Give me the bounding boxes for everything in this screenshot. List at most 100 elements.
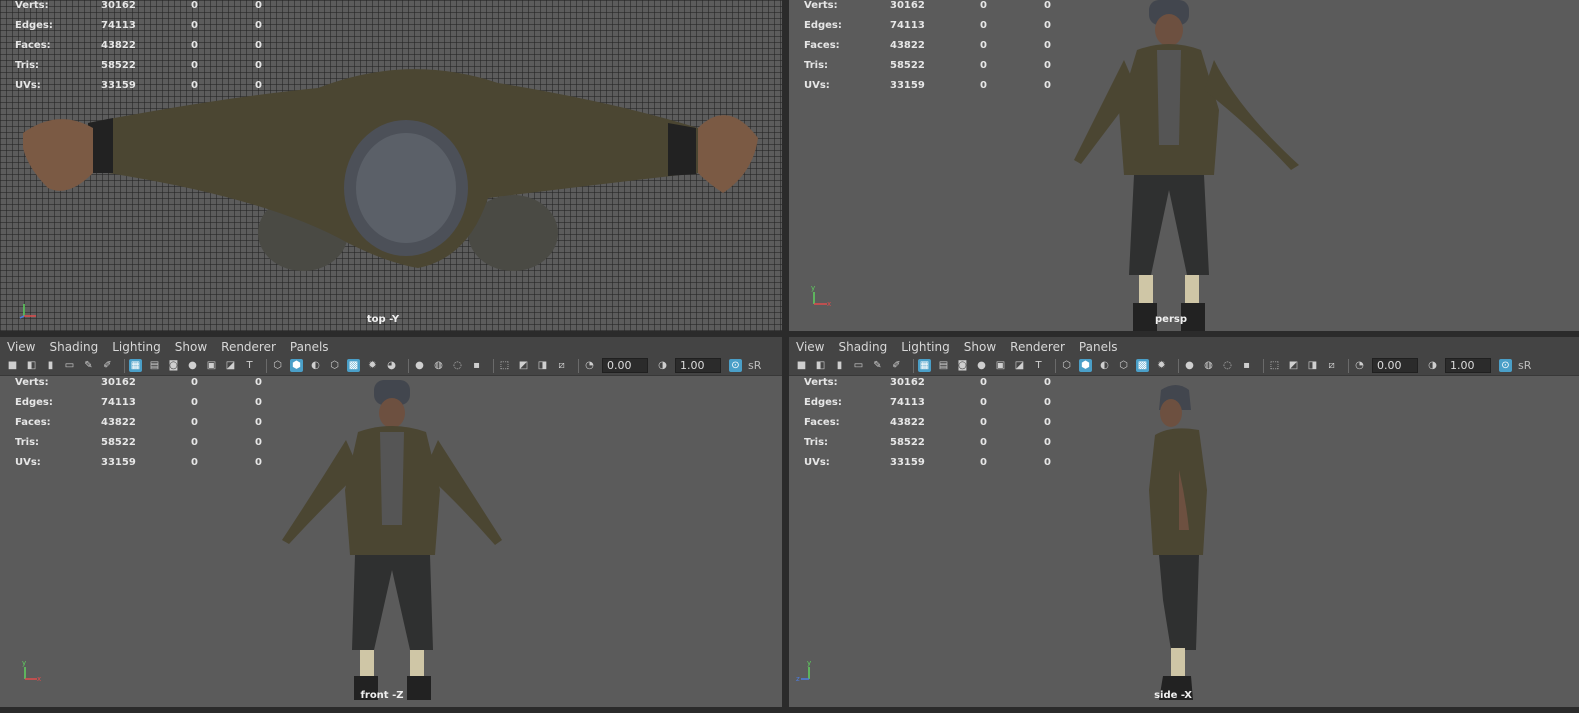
safe-action-icon[interactable]: ◪ <box>1013 359 1026 372</box>
color-space-label[interactable]: sR <box>1518 359 1531 372</box>
color-management-icon[interactable]: ⊙ <box>729 359 742 372</box>
exposure-field[interactable]: 0.00 <box>602 358 648 373</box>
bookmark-icon[interactable]: ▮ <box>44 359 57 372</box>
safe-title-icon[interactable]: T <box>1032 359 1045 372</box>
depth-of-field-icon[interactable]: ▪ <box>1240 359 1253 372</box>
camera-label-top: top -Y <box>366 314 400 325</box>
menu-shading[interactable]: Shading <box>838 340 887 354</box>
shadows-icon[interactable]: ◕ <box>385 359 398 372</box>
wireframe-on-shaded-icon[interactable]: ⬡ <box>328 359 341 372</box>
camera-select-icon[interactable]: ■ <box>6 359 19 372</box>
xray-icon[interactable]: ◩ <box>1287 359 1300 372</box>
menu-show[interactable]: Show <box>175 340 207 354</box>
motion-blur-icon[interactable]: ◍ <box>432 359 445 372</box>
menu-view[interactable]: View <box>7 340 35 354</box>
gamma-field[interactable]: 1.00 <box>1445 358 1491 373</box>
anti-aliasing-icon[interactable]: ◌ <box>1221 359 1234 372</box>
field-chart-icon[interactable]: ▣ <box>994 359 1007 372</box>
camera-attributes-icon[interactable]: ◧ <box>25 359 38 372</box>
menu-shading[interactable]: Shading <box>49 340 98 354</box>
field-chart-icon[interactable]: ▣ <box>205 359 218 372</box>
grid-icon[interactable]: ▦ <box>918 359 931 372</box>
ambient-occlusion-icon[interactable]: ● <box>413 359 426 372</box>
hud-row-tris: Tris: 58522 0 0 <box>804 59 1051 71</box>
twod-pan-zoom-icon[interactable]: ✎ <box>82 359 95 372</box>
menu-panels[interactable]: Panels <box>290 340 329 354</box>
resolution-gate-icon[interactable]: ◙ <box>956 359 969 372</box>
color-space-label[interactable]: sR <box>748 359 761 372</box>
exposure-icon[interactable]: ◔ <box>583 359 596 372</box>
toolbar-separator <box>124 358 125 373</box>
gate-mask-icon[interactable]: ● <box>186 359 199 372</box>
film-gate-icon[interactable]: ▤ <box>937 359 950 372</box>
viewport-front[interactable]: View Shading Lighting Show Renderer Pane… <box>0 337 782 707</box>
wireframe-icon[interactable]: ⬡ <box>1060 359 1073 372</box>
xray-joints-icon[interactable]: ◨ <box>1306 359 1319 372</box>
menu-renderer[interactable]: Renderer <box>221 340 276 354</box>
grease-pencil-icon[interactable]: ✐ <box>101 359 114 372</box>
menu-show[interactable]: Show <box>964 340 996 354</box>
gamma-icon[interactable]: ◑ <box>1426 359 1439 372</box>
hud-row-faces: Faces: 43822 0 0 <box>804 416 1051 428</box>
bookmark-icon[interactable]: ▮ <box>833 359 846 372</box>
hud-row-verts: Verts: 30162 0 0 <box>15 0 262 12</box>
viewport-splitter-vertical[interactable] <box>782 0 789 713</box>
motion-blur-icon[interactable]: ◍ <box>1202 359 1215 372</box>
xray-components-icon[interactable]: ⧄ <box>555 359 568 372</box>
xray-icon[interactable]: ◩ <box>517 359 530 372</box>
viewport-menubar: View Shading Lighting Show Renderer Pane… <box>789 337 1579 356</box>
menu-view[interactable]: View <box>796 340 824 354</box>
image-plane-icon[interactable]: ▭ <box>852 359 865 372</box>
menu-panels[interactable]: Panels <box>1079 340 1118 354</box>
gamma-icon[interactable]: ◑ <box>656 359 669 372</box>
grease-pencil-icon[interactable]: ✐ <box>890 359 903 372</box>
depth-of-field-icon[interactable]: ▪ <box>470 359 483 372</box>
smooth-shade-icon[interactable]: ⬢ <box>1079 359 1092 372</box>
anti-aliasing-icon[interactable]: ◌ <box>451 359 464 372</box>
wireframe-on-shaded-icon[interactable]: ⬡ <box>1117 359 1130 372</box>
viewport-top[interactable]: Verts: 30162 0 0 Edges: 74113 0 0 Faces: 43822 0… <box>0 0 782 331</box>
axis-y-label: y <box>807 659 811 667</box>
camera-attributes-icon[interactable]: ◧ <box>814 359 827 372</box>
axis-x-label: x <box>827 300 831 308</box>
use-all-lights-icon[interactable]: ✹ <box>366 359 379 372</box>
menu-renderer[interactable]: Renderer <box>1010 340 1065 354</box>
hud-row-tris: Tris: 58522 0 0 <box>15 436 262 448</box>
wireframe-icon[interactable]: ⬡ <box>271 359 284 372</box>
film-gate-icon[interactable]: ▤ <box>148 359 161 372</box>
viewport-persp[interactable]: Verts: 30162 0 0 Edges: 74113 0 0 Faces: 43822 0… <box>789 0 1579 331</box>
isolate-select-icon[interactable]: ⬚ <box>498 359 511 372</box>
textured-icon[interactable]: ▩ <box>1136 359 1149 372</box>
character-side-view <box>1149 385 1207 700</box>
menu-lighting[interactable]: Lighting <box>112 340 161 354</box>
gate-mask-icon[interactable]: ● <box>975 359 988 372</box>
xray-joints-icon[interactable]: ◨ <box>536 359 549 372</box>
exposure-icon[interactable]: ◔ <box>1353 359 1366 372</box>
resolution-gate-icon[interactable]: ◙ <box>167 359 180 372</box>
hud-row-tris: Tris: 58522 0 0 <box>15 59 262 71</box>
ambient-occlusion-icon[interactable]: ● <box>1183 359 1196 372</box>
menu-lighting[interactable]: Lighting <box>901 340 950 354</box>
use-all-lights-icon[interactable]: ✹ <box>1155 359 1168 372</box>
character-persp <box>1074 0 1299 331</box>
grid-icon[interactable]: ▦ <box>129 359 142 372</box>
hud-row-tris: Tris: 58522 0 0 <box>804 436 1051 448</box>
isolate-select-icon[interactable]: ⬚ <box>1268 359 1281 372</box>
smooth-shade-icon[interactable]: ⬢ <box>290 359 303 372</box>
safe-action-icon[interactable]: ◪ <box>224 359 237 372</box>
default-material-icon[interactable]: ◐ <box>1098 359 1111 372</box>
toolbar-separator <box>1055 358 1056 373</box>
twod-pan-zoom-icon[interactable]: ✎ <box>871 359 884 372</box>
image-plane-icon[interactable]: ▭ <box>63 359 76 372</box>
gamma-field[interactable]: 1.00 <box>675 358 721 373</box>
axis-gizmo: y x <box>811 284 831 308</box>
default-material-icon[interactable]: ◐ <box>309 359 322 372</box>
viewport-side[interactable]: View Shading Lighting Show Renderer Pane… <box>789 337 1579 707</box>
exposure-field[interactable]: 0.00 <box>1372 358 1418 373</box>
camera-select-icon[interactable]: ■ <box>795 359 808 372</box>
xray-components-icon[interactable]: ⧄ <box>1325 359 1338 372</box>
color-management-icon[interactable]: ⊙ <box>1499 359 1512 372</box>
viewport-splitter-horizontal[interactable] <box>0 331 1579 337</box>
safe-title-icon[interactable]: T <box>243 359 256 372</box>
textured-icon[interactable]: ▩ <box>347 359 360 372</box>
